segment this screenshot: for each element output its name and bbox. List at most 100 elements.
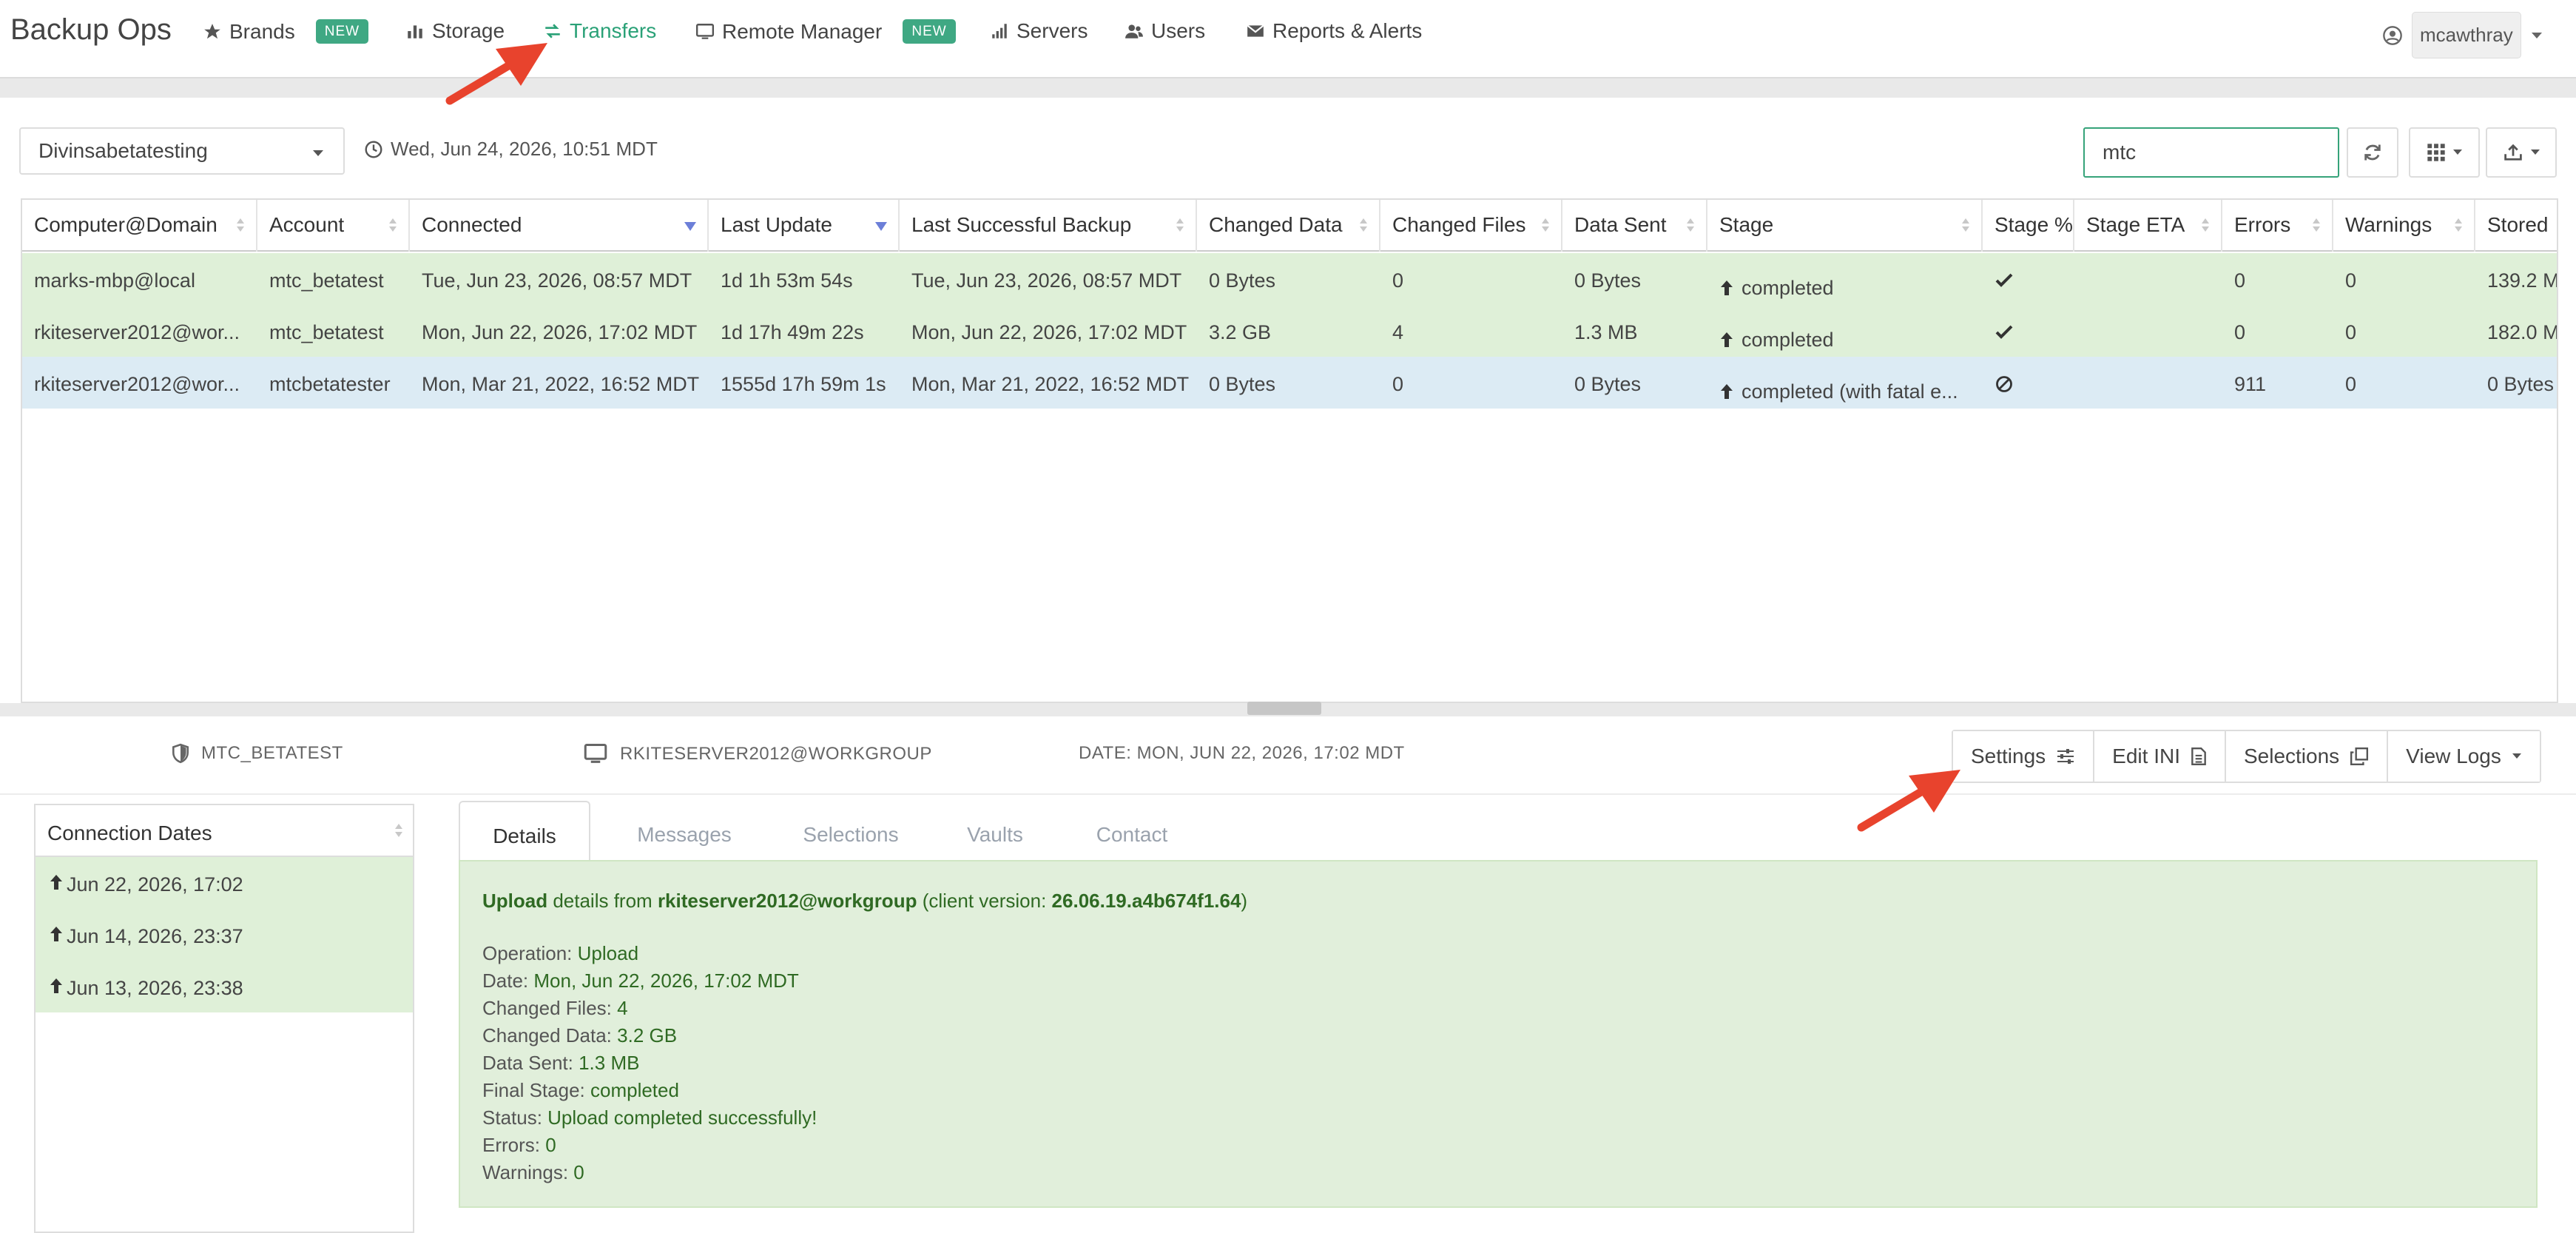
app-title[interactable]: Backup Ops — [10, 13, 172, 47]
caret-down-icon — [2531, 149, 2540, 155]
table-row[interactable]: rkiteserver2012@wor... mtc_betatest Mon,… — [22, 305, 2557, 357]
column-header[interactable]: Stored — [2475, 200, 2557, 252]
cell-stage-eta — [2074, 305, 2222, 357]
nav-reports-alerts[interactable]: Reports & Alerts — [1246, 19, 1422, 43]
table-row-selected[interactable]: rkiteserver2012@wor... mtcbetatester Mon… — [22, 357, 2557, 409]
cell-errors: 0 — [2234, 269, 2246, 292]
column-label: Stage ETA — [2086, 213, 2185, 236]
field-label: Status: — [482, 1106, 548, 1129]
column-label: Changed Data — [1209, 213, 1343, 236]
table-row[interactable]: marks-mbp@local mtc_betatest Tue, Jun 23… — [22, 253, 2557, 305]
list-item[interactable]: Jun 22, 2026, 17:02 — [36, 857, 413, 909]
column-label: Last Successful Backup — [911, 213, 1132, 236]
settings-button[interactable]: Settings — [1953, 731, 2095, 782]
caret-down-icon — [2453, 149, 2462, 155]
monitor-icon — [584, 744, 607, 763]
detail-account-text: MTC_BETATEST — [201, 743, 343, 763]
column-header[interactable]: Last Update — [709, 200, 900, 252]
nav-transfers[interactable]: Transfers — [543, 19, 656, 43]
datetime-text: Wed, Jun 24, 2026, 10:51 MDT — [391, 138, 658, 160]
column-header[interactable]: Data Sent — [1562, 200, 1707, 252]
column-label: Stored — [2487, 213, 2549, 236]
column-header[interactable]: Stage — [1707, 200, 1983, 252]
cell-computer: rkiteserver2012@wor... — [34, 321, 240, 343]
view-logs-button[interactable]: View Logs — [2388, 731, 2540, 782]
cell-stage-pct — [1983, 253, 2074, 305]
column-header[interactable]: Warnings — [2333, 200, 2475, 252]
nav-users-label: Users — [1151, 19, 1206, 42]
annotation-arrow-icon — [445, 43, 547, 105]
user-name[interactable]: mcawthray — [2412, 12, 2521, 58]
tab-details[interactable]: Details — [459, 801, 590, 867]
column-header[interactable]: Changed Files — [1380, 200, 1562, 252]
field-value: 1.3 MB — [579, 1052, 640, 1074]
nav-users[interactable]: Users — [1125, 19, 1205, 43]
user-circle-icon — [2383, 25, 2402, 45]
column-header[interactable]: Computer@Domain — [22, 200, 257, 252]
sliders-icon — [2057, 749, 2074, 764]
cell-stored: 182.0 M — [2487, 321, 2558, 343]
column-label: Errors — [2234, 213, 2291, 236]
field-value: 4 — [617, 997, 628, 1019]
panel-resize-handle[interactable] — [1247, 702, 1321, 715]
field-date: Date: Mon, Jun 22, 2026, 17:02 MDT — [482, 967, 817, 995]
cell-stage: completed (with fatal e... — [1707, 357, 1983, 409]
sort-icon — [395, 824, 402, 837]
columns-button[interactable] — [2409, 127, 2480, 178]
refresh-button[interactable] — [2347, 127, 2398, 178]
field-value: Upload — [577, 942, 639, 964]
edit-ini-button[interactable]: Edit INI — [2094, 731, 2226, 782]
search-input[interactable] — [2083, 127, 2339, 178]
selections-label: Selections — [2243, 745, 2340, 767]
column-header[interactable]: Last Successful Backup — [900, 200, 1197, 252]
column-header[interactable]: Changed Data — [1197, 200, 1380, 252]
detail-computer: RKITESERVER2012@WORKGROUP — [583, 743, 932, 765]
stage-text: completed — [1742, 328, 1834, 351]
column-header[interactable]: Errors — [2222, 200, 2333, 252]
column-header[interactable]: Account — [257, 200, 410, 252]
cell-data-sent: 1.3 MB — [1574, 321, 1638, 343]
cell-computer: rkiteserver2012@wor... — [34, 373, 240, 395]
detail-actions: Settings Edit INI Selections View Logs — [1952, 730, 2541, 783]
selections-button[interactable]: Selections — [2225, 731, 2389, 782]
check-icon — [1995, 273, 2013, 287]
tab-contact[interactable]: Contact — [1058, 801, 1206, 867]
copy-icon — [2350, 747, 2369, 766]
list-item[interactable]: Jun 13, 2026, 23:38 — [36, 961, 413, 1012]
users-icon — [1125, 24, 1143, 38]
edit-ini-label: Edit INI — [2112, 745, 2180, 767]
cell-last-update: 1d 17h 49m 22s — [721, 321, 864, 343]
field-label: Data Sent: — [482, 1052, 579, 1074]
details-header: Upload details from rkiteserver2012@work… — [482, 890, 1247, 913]
list-item[interactable]: Jun 14, 2026, 23:37 — [36, 909, 413, 961]
column-header[interactable]: Stage ETA — [2074, 200, 2222, 252]
column-header[interactable]: Stage % — [1983, 200, 2074, 252]
tab-selections[interactable]: Selections — [769, 801, 932, 867]
cell-warnings: 0 — [2345, 373, 2357, 395]
nav-remote-manager[interactable]: Remote Manager NEW — [695, 19, 956, 44]
column-label: Stage % — [1995, 213, 2073, 236]
new-badge: NEW — [315, 19, 369, 44]
field-label: Changed Data: — [482, 1024, 618, 1046]
monitor-icon — [695, 23, 715, 39]
field-label: Errors: — [482, 1134, 546, 1156]
connection-dates-header[interactable]: Connection Dates — [36, 805, 413, 857]
tab-messages[interactable]: Messages — [599, 801, 769, 867]
sort-icon — [389, 218, 397, 232]
brand-select[interactable]: Divinsabetatesting — [19, 127, 345, 175]
export-button[interactable] — [2486, 127, 2557, 178]
sort-icon — [2313, 218, 2320, 232]
column-header[interactable]: Connected — [410, 200, 709, 252]
refresh-icon — [2364, 144, 2381, 161]
arrow-up-icon — [1721, 280, 1733, 295]
cell-changed-data: 0 Bytes — [1209, 373, 1276, 395]
caret-down-icon[interactable] — [2530, 31, 2543, 40]
sort-desc-icon — [684, 222, 696, 231]
annotation-arrow-icon — [1857, 770, 1960, 832]
nav-servers[interactable]: Servers — [990, 19, 1088, 43]
clock-icon — [365, 141, 382, 158]
tab-vaults[interactable]: Vaults — [932, 801, 1058, 867]
user-menu[interactable]: mcawthray — [2382, 12, 2543, 58]
nav-brands[interactable]: Brands NEW — [203, 19, 369, 44]
cell-last-success: Mon, Jun 22, 2026, 17:02 MDT — [911, 321, 1187, 343]
